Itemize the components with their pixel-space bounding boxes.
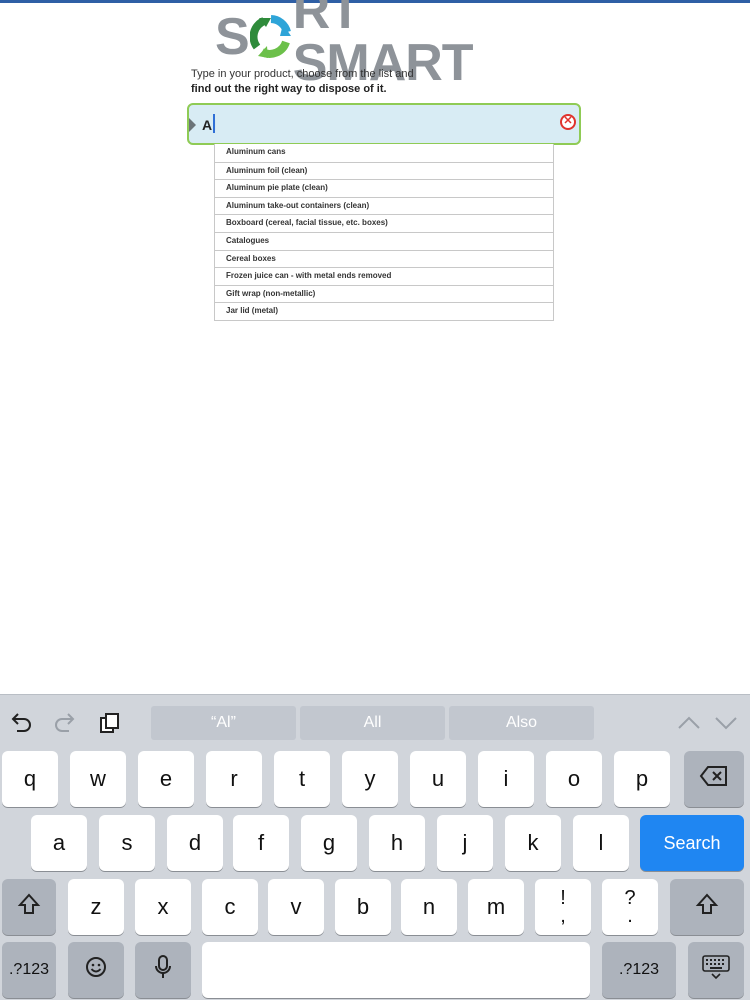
suggestion-item[interactable]: Aluminum foil (clean) (215, 161, 553, 180)
emoji-icon (84, 955, 108, 985)
chevron-down-icon[interactable] (713, 710, 739, 736)
key-t[interactable]: t (274, 751, 330, 807)
on-screen-keyboard: “Al” All Also q w e r t y u i o p a s d (0, 694, 750, 1000)
key-u[interactable]: u (410, 751, 466, 807)
key-n[interactable]: n (401, 879, 457, 935)
backspace-key[interactable] (684, 751, 744, 807)
key-w[interactable]: w (70, 751, 126, 807)
key-o[interactable]: o (546, 751, 602, 807)
suggestion-list: Aluminum cans Aluminum foil (clean) Alum… (214, 144, 554, 321)
key-d[interactable]: d (167, 815, 223, 871)
suggestion-item[interactable]: Aluminum pie plate (clean) (215, 179, 553, 197)
key-q[interactable]: q (2, 751, 58, 807)
key-p[interactable]: p (614, 751, 670, 807)
key-i[interactable]: i (478, 751, 534, 807)
product-search-input[interactable] (202, 114, 532, 136)
key-question-period[interactable]: ? . (602, 879, 658, 935)
app-root: S RT SMART Type in your product, choose … (0, 0, 750, 1000)
punct-bottom: , (560, 905, 566, 927)
key-s[interactable]: s (99, 815, 155, 871)
key-y[interactable]: y (342, 751, 398, 807)
key-r[interactable]: r (206, 751, 262, 807)
key-b[interactable]: b (335, 879, 391, 935)
numbers-key-left[interactable]: .?123 (2, 942, 56, 998)
shift-key-right[interactable] (670, 879, 744, 935)
dictation-key[interactable] (135, 942, 191, 998)
suggestion-item[interactable]: Boxboard (cereal, facial tissue, etc. bo… (215, 214, 553, 232)
arrow-right-icon (189, 118, 196, 132)
key-m[interactable]: m (468, 879, 524, 935)
suggestion-item[interactable]: Jar lid (metal) (215, 302, 553, 320)
undo-icon[interactable] (8, 710, 34, 736)
microphone-icon (153, 954, 173, 986)
logo-text-start: S (215, 8, 250, 66)
prediction-suggestion-1[interactable]: “Al” (151, 706, 296, 740)
intro-line-2: find out the right way to dispose of it. (191, 83, 387, 95)
punct-stack: ? . (624, 888, 635, 927)
key-exclaim-comma[interactable]: ! , (535, 879, 591, 935)
keyboard-shortcut-bar: “Al” All Also (0, 695, 750, 747)
suggestion-item[interactable]: Aluminum cans (215, 144, 553, 162)
shift-icon (17, 892, 41, 922)
intro-text: Type in your product, choose from the li… (191, 67, 571, 97)
redo-icon[interactable] (52, 710, 78, 736)
suggestion-item[interactable]: Catalogues (215, 231, 553, 250)
suggestion-item[interactable]: Cereal boxes (215, 249, 553, 268)
prediction-suggestion-3[interactable]: Also (449, 706, 594, 740)
paste-icon[interactable] (97, 710, 123, 736)
key-j[interactable]: j (437, 815, 493, 871)
shift-icon (695, 892, 719, 922)
key-x[interactable]: x (135, 879, 191, 935)
close-icon: ✕ (563, 115, 573, 127)
emoji-key[interactable] (68, 942, 124, 998)
key-v[interactable]: v (268, 879, 324, 935)
space-bar[interactable] (202, 942, 590, 998)
key-g[interactable]: g (301, 815, 357, 871)
punct-stack: ! , (560, 888, 566, 927)
product-search-box[interactable] (187, 103, 581, 145)
suggestion-item[interactable]: Aluminum take-out containers (clean) (215, 196, 553, 215)
numbers-key-right[interactable]: .?123 (602, 942, 676, 998)
key-l[interactable]: l (573, 815, 629, 871)
key-e[interactable]: e (138, 751, 194, 807)
suggestion-item[interactable]: Gift wrap (non-metallic) (215, 284, 553, 303)
intro-line-1: Type in your product, choose from the li… (191, 68, 414, 80)
recycle-logo-icon (249, 14, 292, 60)
key-c[interactable]: c (202, 879, 258, 935)
hide-keyboard-key[interactable] (688, 942, 744, 998)
search-key[interactable]: Search (640, 815, 744, 871)
prediction-suggestion-2[interactable]: All (300, 706, 445, 740)
key-z[interactable]: z (68, 879, 124, 935)
suggestion-item[interactable]: Frozen juice can - with metal ends remov… (215, 267, 553, 285)
shift-key-left[interactable] (2, 879, 56, 935)
punct-bottom: . (627, 905, 633, 927)
key-f[interactable]: f (233, 815, 289, 871)
key-a[interactable]: a (31, 815, 87, 871)
sort-smart-logo: S RT SMART (215, 0, 535, 89)
key-h[interactable]: h (369, 815, 425, 871)
keyboard-hide-icon (701, 954, 731, 986)
key-k[interactable]: k (505, 815, 561, 871)
backspace-icon (699, 765, 729, 793)
chevron-up-icon[interactable] (676, 710, 702, 736)
text-caret (213, 114, 215, 133)
clear-search-button[interactable]: ✕ (560, 114, 576, 130)
